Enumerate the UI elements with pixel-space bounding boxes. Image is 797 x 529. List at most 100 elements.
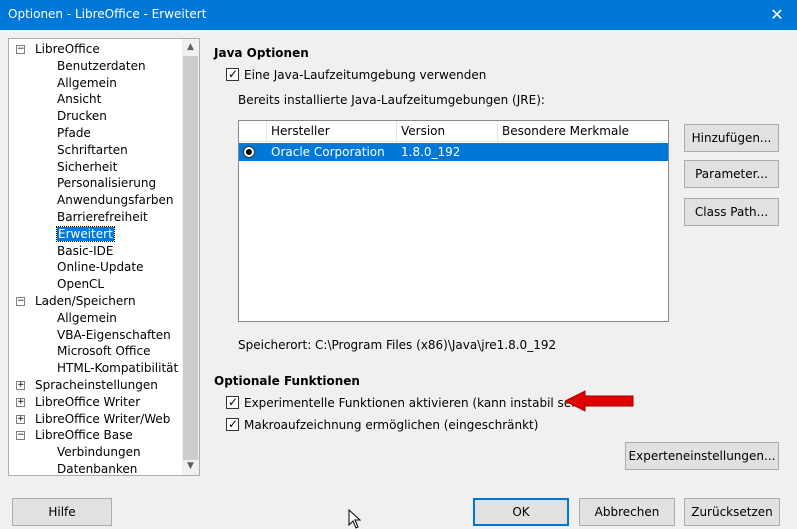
cancel-button[interactable]: Abbrechen [579, 498, 675, 526]
tree-item-label: Basic-IDE [57, 243, 114, 258]
tree-item-label: Ansicht [57, 92, 102, 107]
options-tree[interactable]: ▲ ▼ − LibreOffice Benutzerdaten Allgemein An… [8, 38, 200, 476]
tree-item-label: Personalisierung [57, 176, 157, 191]
tree-item-label: Online-Update [57, 260, 144, 275]
tree-item-label: Pfade [57, 126, 91, 140]
column-header-version[interactable]: Version [397, 121, 498, 142]
tree-item[interactable]: Allgemein [57, 310, 117, 327]
jre-table[interactable]: Hersteller Version Besondere Merkmale Or… [238, 120, 669, 322]
red-arrow-icon [565, 390, 634, 412]
jre-features [498, 143, 668, 161]
tree-item-label: LibreOffice Writer/Web [35, 411, 171, 426]
close-icon[interactable]: ✕ [757, 0, 797, 30]
tree-item[interactable]: − LibreOffice Base [16, 427, 133, 444]
checkbox-box[interactable]: ✓ [226, 67, 239, 81]
tree-item-label: Verbindungen [57, 445, 141, 460]
radio-dot-icon [246, 149, 252, 155]
ok-button[interactable]: OK [473, 498, 569, 526]
column-header-vendor[interactable]: Hersteller [267, 121, 397, 142]
tree-item-label: LibreOffice Base [35, 428, 133, 443]
title-bar: Optionen - LibreOffice - Erweitert ✕ [0, 0, 797, 30]
parameters-button[interactable]: Parameter... [684, 160, 779, 188]
tree-item-label: Spracheinstellungen [35, 378, 158, 392]
reset-button[interactable]: Zurücksetzen [684, 498, 780, 526]
tree-item[interactable]: Verbindungen [57, 444, 141, 461]
scroll-up-icon[interactable]: ▲ [182, 39, 199, 56]
macro-label: Makroaufzeichnung ermöglichen (eingeschr… [244, 418, 539, 432]
tree-item-label: Barrierefreiheit [57, 210, 148, 224]
collapse-icon[interactable]: − [16, 431, 25, 441]
tree-scrollbar[interactable]: ▲ ▼ [182, 39, 199, 475]
use-jre-label: Eine Java-Laufzeitumgebung verwenden [244, 68, 487, 82]
mouse-cursor-icon [348, 509, 362, 529]
expert-settings-button[interactable]: Experteneinstellungen... [625, 442, 779, 470]
tree-item[interactable]: Basic-IDE [57, 243, 113, 260]
tree-item[interactable]: Anwendungsfarben [57, 192, 173, 209]
tree-item-label: Benutzerdaten [57, 58, 146, 73]
checkmark-icon: ✓ [228, 395, 239, 409]
tree-item[interactable]: Online-Update [57, 259, 144, 276]
column-header-features[interactable]: Besondere Merkmale [498, 121, 668, 142]
tree-item[interactable]: Drucken [57, 108, 107, 125]
collapse-icon[interactable]: − [16, 45, 25, 54]
help-button[interactable]: Hilfe [12, 498, 112, 526]
experimental-checkbox[interactable]: ✓ Experimentelle Funktionen aktivieren (k… [226, 395, 587, 411]
tree-item[interactable]: HTML-Kompatibilität [57, 360, 178, 377]
tree-item[interactable]: Benutzerdaten [57, 58, 146, 75]
tree-item-label: Sicherheit [57, 159, 118, 174]
table-row[interactable]: Oracle Corporation 1.8.0_192 [239, 143, 668, 161]
tree-item-label: Schriftarten [57, 142, 128, 157]
tree-item[interactable]: + LibreOffice Writer [16, 394, 141, 411]
scroll-down-icon[interactable]: ▼ [182, 458, 199, 475]
checkbox-box[interactable]: ✓ [226, 395, 239, 409]
tree-item-label: LibreOffice [35, 42, 100, 56]
tree-item-label: Laden/Speichern [35, 294, 136, 308]
tree-item[interactable]: Pfade [57, 125, 91, 142]
optional-features-title: Optionale Funktionen [214, 374, 360, 388]
use-jre-checkbox[interactable]: ✓ Eine Java-Laufzeitumgebung verwenden [226, 67, 486, 83]
jre-version: 1.8.0_192 [401, 145, 461, 159]
class-path-button[interactable]: Class Path... [684, 198, 779, 226]
expand-icon[interactable]: + [16, 381, 25, 390]
macro-recording-checkbox[interactable]: ✓ Makroaufzeichnung ermöglichen (eingesch… [226, 417, 538, 433]
tree-item[interactable]: Schriftarten [57, 142, 128, 159]
tree-item[interactable]: + LibreOffice Writer/Web [16, 411, 171, 428]
experimental-label: Experimentelle Funktionen aktivieren (ka… [244, 396, 587, 410]
window-title: Optionen - LibreOffice - Erweitert [8, 7, 207, 21]
tree-item-label: LibreOffice Writer [35, 394, 141, 409]
tree-item-label: Microsoft Office [57, 344, 151, 359]
tree-item-label: Drucken [57, 109, 107, 124]
expand-icon[interactable]: + [16, 414, 25, 424]
tree-item-label: Erweitert [56, 225, 115, 242]
jre-radio[interactable] [243, 146, 255, 158]
tree-item-label: HTML-Kompatibilität [57, 361, 179, 376]
tree-item[interactable]: Ansicht [57, 91, 101, 108]
tree-item-label: Allgemein [57, 75, 117, 90]
tree-item[interactable]: − Laden/Speichern [16, 293, 136, 310]
tree-item-label: OpenCL [57, 277, 105, 292]
tree-item[interactable]: Barrierefreiheit [57, 209, 148, 226]
tree-item-label: Allgemein [57, 310, 117, 325]
tree-item[interactable]: Erweitert [56, 225, 115, 243]
tree-item-label: VBA-Eigenschaften [57, 327, 171, 342]
tree-item[interactable]: Personalisierung [57, 175, 156, 192]
checkmark-icon: ✓ [228, 417, 239, 431]
tree-item[interactable]: − LibreOffice [16, 41, 100, 58]
checkmark-icon: ✓ [228, 67, 239, 81]
scroll-thumb[interactable] [183, 56, 198, 460]
java-options-title: Java Optionen [214, 46, 309, 60]
expand-icon[interactable]: + [16, 397, 25, 407]
collapse-icon[interactable]: − [16, 297, 25, 306]
tree-item-label: Datenbanken [57, 462, 138, 476]
tree-item[interactable]: Allgemein [57, 75, 117, 92]
jre-location: Speicherort: C:\Program Files (x86)\Java… [238, 338, 557, 352]
add-jre-button[interactable]: Hinzufügen... [684, 124, 779, 152]
tree-item[interactable]: Datenbanken [57, 461, 138, 476]
tree-item[interactable]: Microsoft Office [57, 343, 150, 360]
tree-item[interactable]: + Spracheinstellungen [16, 377, 158, 394]
tree-item[interactable]: Sicherheit [57, 159, 117, 176]
tree-item[interactable]: VBA-Eigenschaften [57, 327, 171, 344]
installed-jre-label: Bereits installierte Java-Laufzeitumgebu… [238, 93, 545, 107]
checkbox-box[interactable]: ✓ [226, 417, 239, 431]
tree-item[interactable]: OpenCL [57, 276, 104, 293]
